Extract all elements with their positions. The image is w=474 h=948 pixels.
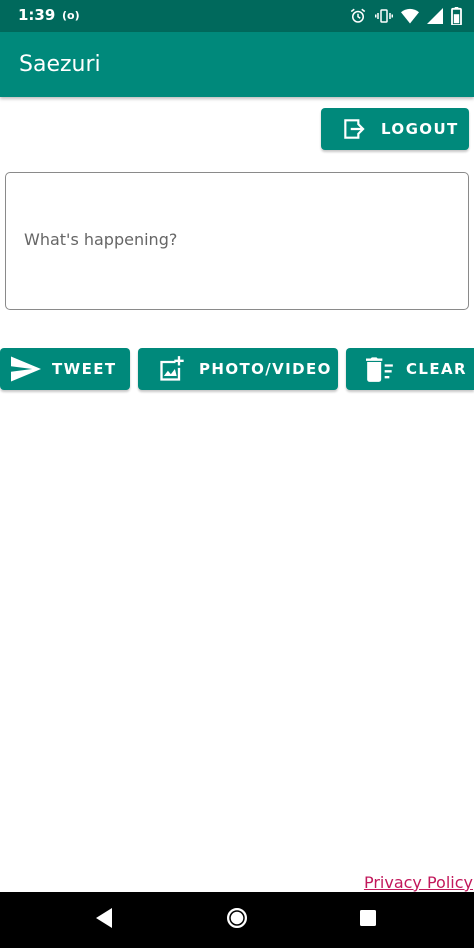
back-icon bbox=[94, 907, 114, 934]
radio-indicator: (o) bbox=[62, 9, 80, 22]
app-title: Saezuri bbox=[19, 52, 101, 77]
photo-video-button[interactable]: PHOTO/VIDEO bbox=[138, 348, 338, 390]
tweet-input[interactable] bbox=[5, 172, 469, 310]
logout-button[interactable]: LOGOUT bbox=[321, 108, 469, 150]
tweet-button[interactable]: TWEET bbox=[0, 348, 130, 390]
vibrate-icon bbox=[375, 7, 393, 25]
send-icon bbox=[11, 356, 41, 382]
home-button[interactable] bbox=[207, 892, 267, 948]
status-time: 1:39 bbox=[18, 6, 56, 24]
home-icon bbox=[225, 906, 249, 935]
system-nav-bar bbox=[0, 892, 474, 948]
add-photo-icon bbox=[158, 355, 186, 383]
photo-video-label: PHOTO/VIDEO bbox=[199, 360, 332, 378]
wifi-icon bbox=[401, 8, 419, 24]
back-button[interactable] bbox=[74, 892, 134, 948]
app-bar: Saezuri bbox=[0, 32, 474, 97]
delete-sweep-icon bbox=[366, 356, 394, 382]
status-bar: 1:39 (o) bbox=[0, 0, 474, 32]
status-icons bbox=[349, 6, 462, 26]
clear-label: CLEAR bbox=[406, 360, 467, 378]
alarm-icon bbox=[349, 7, 367, 25]
exit-to-app-icon bbox=[341, 116, 367, 142]
recents-button[interactable] bbox=[338, 892, 398, 948]
recents-icon bbox=[359, 909, 377, 932]
tweet-label: TWEET bbox=[52, 360, 117, 378]
battery-icon bbox=[451, 7, 462, 25]
privacy-policy-link[interactable]: Privacy Policy bbox=[364, 873, 473, 892]
logout-label: LOGOUT bbox=[381, 120, 459, 138]
clear-button[interactable]: CLEAR bbox=[346, 348, 474, 390]
signal-icon bbox=[427, 8, 443, 24]
